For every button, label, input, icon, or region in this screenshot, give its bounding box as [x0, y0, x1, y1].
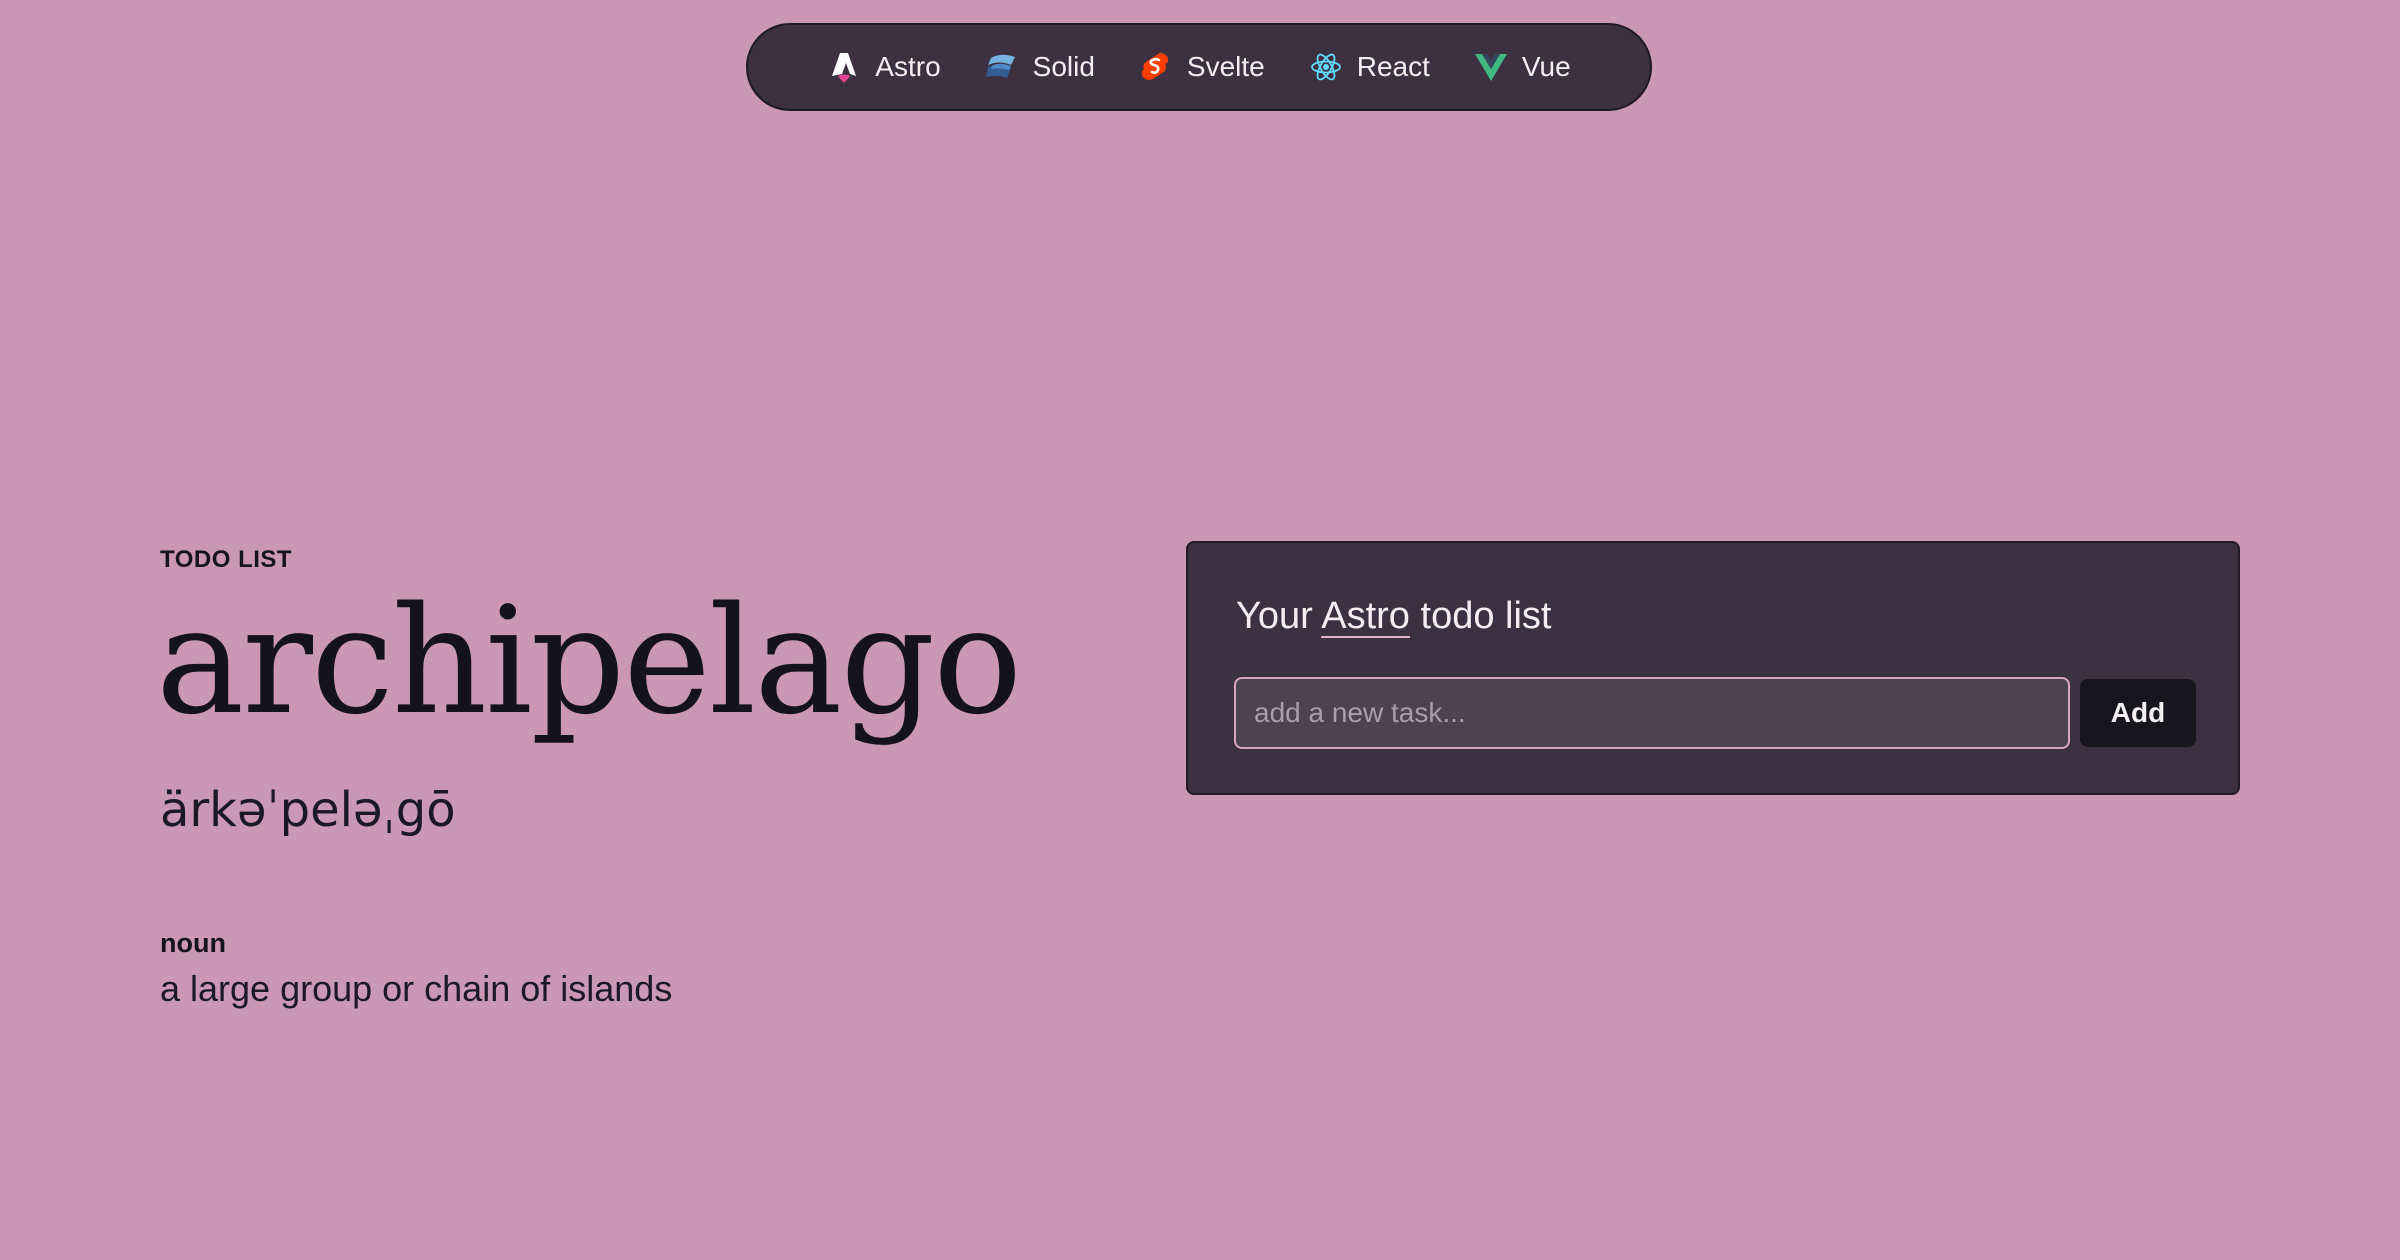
solid-logo-icon — [985, 50, 1019, 84]
section-eyebrow: TODO LIST — [160, 546, 293, 573]
vue-logo-icon — [1474, 50, 1508, 84]
nav-item-react[interactable]: React — [1309, 50, 1430, 84]
nav-item-svelte[interactable]: Svelte — [1139, 50, 1265, 84]
nav-item-label: Astro — [875, 51, 941, 82]
definition-text: a large group or chain of islands — [160, 968, 673, 1009]
react-logo-icon — [1309, 50, 1343, 84]
nav-item-label: Solid — [1032, 51, 1095, 82]
todo-title-suffix: todo list — [1420, 595, 1552, 637]
nav-item-label: React — [1356, 51, 1430, 82]
nav-item-astro[interactable]: Astro — [827, 50, 941, 84]
nav-item-label: Vue — [1521, 51, 1571, 82]
todo-card-title: Your Astro todo list — [1236, 595, 1551, 638]
todo-title-framework: Astro — [1321, 595, 1410, 637]
astro-logo-icon — [827, 50, 861, 84]
todo-card: Your Astro todo list Add — [1186, 541, 2240, 795]
pronunciation: ärkəˈpeləˌgō — [160, 782, 456, 838]
todo-title-prefix: Your — [1236, 595, 1313, 637]
new-task-input[interactable] — [1234, 677, 2070, 749]
framework-nav: Astro Solid Svelte React Vue — [746, 23, 1652, 111]
nav-item-label: Svelte — [1186, 51, 1265, 82]
part-of-speech: noun — [160, 928, 226, 958]
nav-item-vue[interactable]: Vue — [1474, 50, 1571, 84]
add-task-button[interactable]: Add — [2080, 679, 2196, 747]
nav-item-solid[interactable]: Solid — [985, 50, 1095, 84]
svelte-logo-icon — [1139, 50, 1173, 84]
page-title: archipelago — [156, 575, 1022, 747]
